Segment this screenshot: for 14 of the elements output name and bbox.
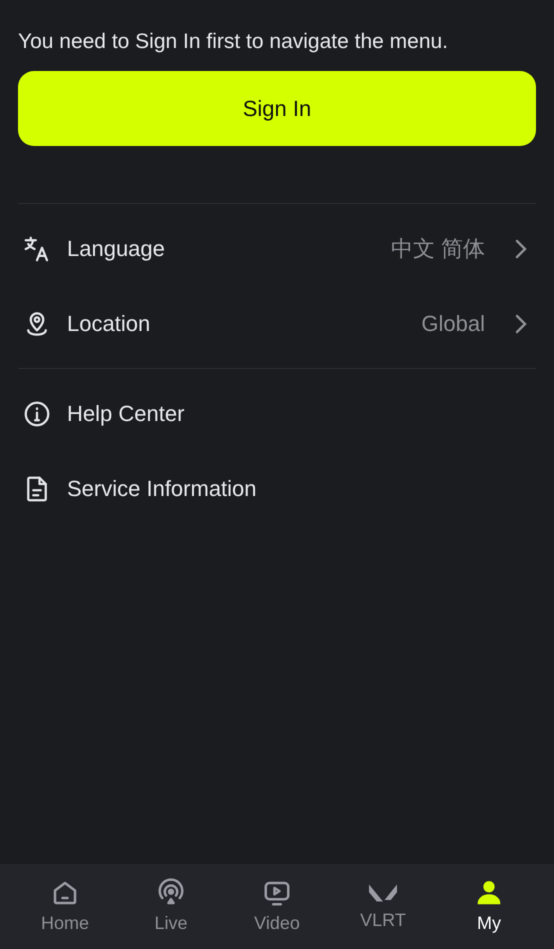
chevron-right-icon: [514, 312, 528, 334]
sign-in-prompt: You need to Sign In first to navigate the menu.: [18, 29, 450, 55]
menu-item[interactable]: Help Center: [18, 376, 536, 451]
menu-item[interactable]: Location Global: [18, 286, 536, 361]
nav-tab[interactable]: Home: [12, 864, 118, 949]
nav-tab[interactable]: My: [436, 864, 542, 949]
menu-item[interactable]: Service Information: [18, 451, 536, 526]
menu-item[interactable]: Language 中文 简体: [18, 211, 536, 286]
nav-tab[interactable]: Video: [224, 864, 330, 949]
nav-tab[interactable]: VLRT: [330, 864, 436, 949]
nav-tab[interactable]: Live: [118, 864, 224, 949]
sign-in-button[interactable]: Sign In: [18, 71, 536, 146]
info-icon: [22, 398, 52, 428]
chevron-right-icon: [514, 238, 528, 260]
